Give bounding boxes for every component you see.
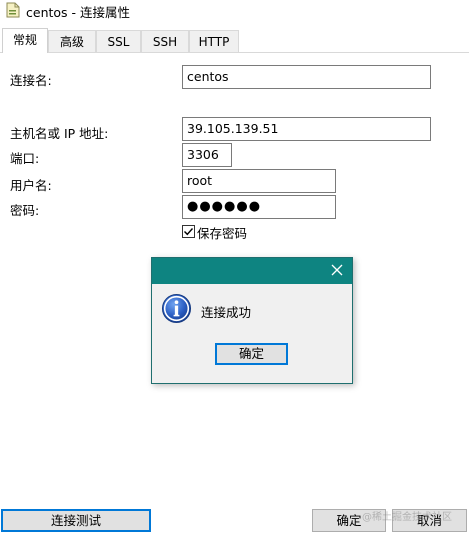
info-icon bbox=[161, 293, 192, 324]
tab-http[interactable]: HTTP bbox=[189, 30, 239, 52]
close-icon[interactable] bbox=[330, 263, 344, 277]
password-input[interactable]: ●●●●●● bbox=[182, 195, 336, 219]
username-label: 用户名: bbox=[10, 178, 52, 193]
message-dialog: 连接成功 确定 bbox=[151, 257, 353, 384]
window-title: centos - 连接属性 bbox=[26, 5, 131, 20]
host-label: 主机名或 IP 地址: bbox=[10, 126, 109, 141]
username-input[interactable]: root bbox=[182, 169, 336, 193]
password-label: 密码: bbox=[10, 203, 40, 218]
dialog-title-bar bbox=[152, 258, 352, 284]
connection-name-label: 连接名: bbox=[10, 73, 52, 88]
connection-name-input[interactable]: centos bbox=[182, 65, 431, 89]
tab-advanced[interactable]: 高级 bbox=[48, 30, 96, 52]
tab-divider bbox=[0, 52, 469, 53]
app-document-icon bbox=[6, 2, 20, 18]
port-input[interactable]: 3306 bbox=[182, 143, 232, 167]
checkmark-icon bbox=[184, 228, 194, 236]
dialog-message: 连接成功 bbox=[201, 305, 252, 320]
tab-general[interactable]: 常规 bbox=[2, 28, 48, 53]
tab-ssl[interactable]: SSL bbox=[96, 30, 141, 52]
test-connection-button[interactable]: 连接测试 bbox=[1, 509, 151, 532]
save-password-label: 保存密码 bbox=[197, 226, 248, 241]
title-bar: centos - 连接属性 bbox=[0, 0, 469, 26]
tab-ssh[interactable]: SSH bbox=[141, 30, 189, 52]
checkbox-box[interactable] bbox=[182, 225, 195, 238]
dialog-ok-button[interactable]: 确定 bbox=[215, 343, 288, 365]
port-label: 端口: bbox=[10, 151, 40, 166]
host-input[interactable]: 39.105.139.51 bbox=[182, 117, 431, 141]
watermark-text: @稀土掘金技术社区 bbox=[362, 512, 452, 523]
dialog-body: 连接成功 确定 bbox=[152, 284, 352, 383]
